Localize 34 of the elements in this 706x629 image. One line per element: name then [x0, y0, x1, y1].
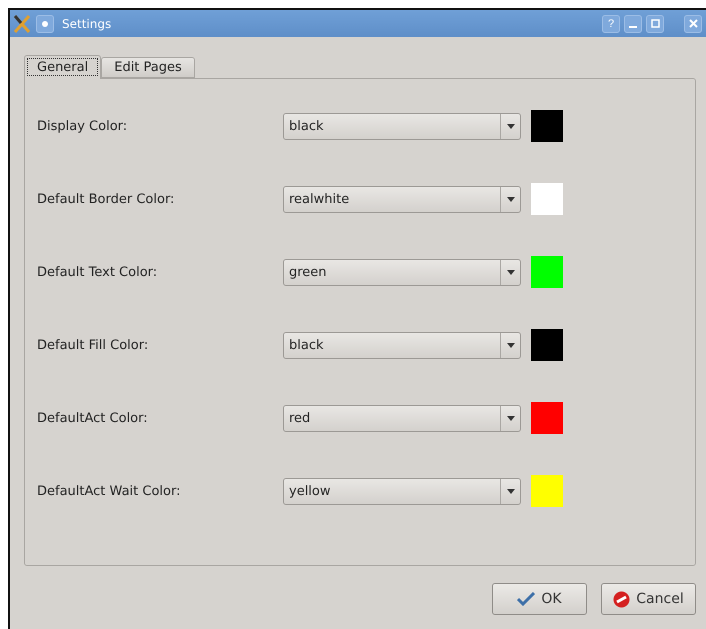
- color-dropdown[interactable]: black: [283, 112, 521, 140]
- tab[interactable]: Edit Pages: [101, 57, 195, 78]
- maximize-icon: [650, 19, 660, 28]
- ok-button[interactable]: OK: [492, 583, 587, 615]
- caret-icon: [506, 342, 514, 348]
- color-dropdown[interactable]: realwhite: [283, 186, 521, 212]
- caret-icon: [506, 196, 514, 202]
- caret-icon: [506, 416, 514, 420]
- caret-icon: [506, 124, 514, 128]
- minimize-button[interactable]: [624, 14, 642, 32]
- color-dropdown[interactable]: yellow: [283, 478, 521, 504]
- minimize-icon: [629, 26, 637, 28]
- app-logo-icon: [12, 14, 32, 34]
- color-dropdown[interactable]: red: [283, 404, 521, 432]
- color-dropdown[interactable]: black: [283, 332, 521, 358]
- cancel-button[interactable]: Cancel: [601, 583, 696, 615]
- window-menu-button[interactable]: [36, 14, 54, 32]
- setting-label: DefaultAct Color:: [37, 410, 149, 426]
- setting-label: Default Border Color:: [37, 192, 176, 206]
- setting-label: Default Fill Color:: [37, 338, 150, 352]
- maximize-button[interactable]: [646, 14, 664, 32]
- close-button[interactable]: [684, 14, 702, 32]
- setting-label: Display Color:: [37, 118, 128, 134]
- color-dropdown[interactable]: green: [283, 258, 521, 286]
- caret-icon: [506, 488, 514, 494]
- setting-label: Default Text Color:: [37, 264, 158, 280]
- tab[interactable]: General: [24, 55, 102, 79]
- window-title: Settings: [62, 16, 112, 30]
- caret-icon: [506, 270, 514, 274]
- stop-icon: [613, 590, 630, 608]
- checkmark-icon: [517, 592, 536, 606]
- dot-icon: [41, 20, 49, 28]
- close-icon: [688, 19, 698, 28]
- setting-label: DefaultAct Wait Color:: [37, 484, 182, 498]
